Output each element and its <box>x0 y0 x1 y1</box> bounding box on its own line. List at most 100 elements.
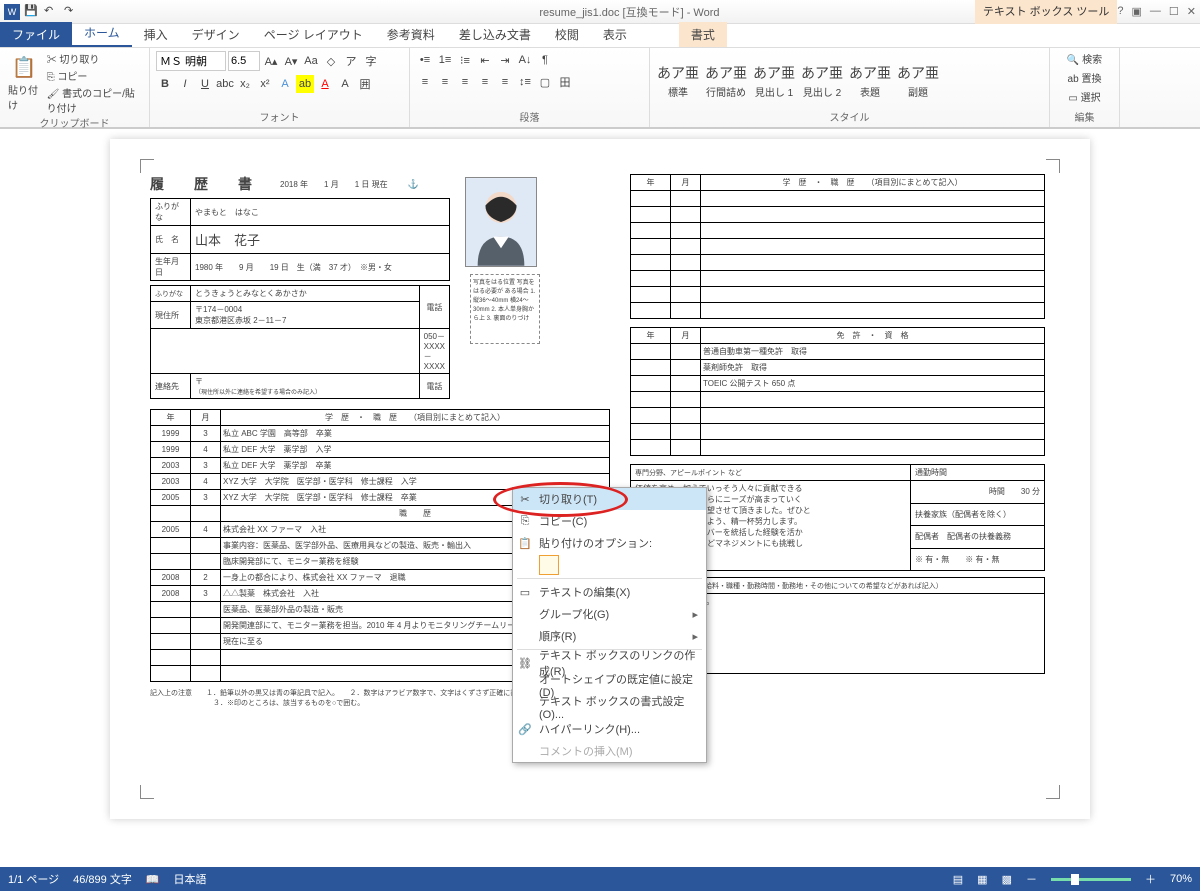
contextual-tab-label: テキスト ボックス ツール <box>975 0 1117 24</box>
tab-page-layout[interactable]: ページ レイアウト <box>252 22 375 47</box>
style-heading2[interactable]: あア亜見出し 2 <box>800 62 844 99</box>
align-right-icon[interactable]: ≡ <box>456 73 474 91</box>
close-icon[interactable]: ✕ <box>1187 5 1196 18</box>
align-left-icon[interactable]: ≡ <box>416 73 434 91</box>
ctx-edit-text[interactable]: ▭テキストの編集(X) <box>513 581 706 603</box>
clear-format-icon[interactable]: ◇ <box>322 52 340 70</box>
show-marks-icon[interactable]: ¶ <box>536 51 554 69</box>
zoom-slider[interactable] <box>1051 878 1131 881</box>
change-case-icon[interactable]: Aa <box>302 52 320 70</box>
strike-icon[interactable]: abc <box>216 75 234 93</box>
find-button[interactable]: 🔍 検索 <box>1067 51 1102 66</box>
select-button[interactable]: ▭ 選択 <box>1068 89 1100 104</box>
underline-icon[interactable]: U <box>196 75 214 93</box>
word-icon: W <box>4 4 20 20</box>
align-center-icon[interactable]: ≡ <box>436 73 454 91</box>
grow-font-icon[interactable]: A▴ <box>262 52 280 70</box>
numbering-icon[interactable]: 1≡ <box>436 51 454 69</box>
zoom-in-icon[interactable]: ＋ <box>1145 871 1156 887</box>
enclose-icon[interactable]: 字 <box>362 52 380 70</box>
sort-icon[interactable]: A↓ <box>516 51 534 69</box>
ribbon-display-icon[interactable]: ▣ <box>1132 5 1142 18</box>
undo-icon[interactable]: ↶ <box>44 4 60 20</box>
status-language[interactable]: 日本語 <box>174 871 207 887</box>
minimize-icon[interactable]: ― <box>1150 5 1161 18</box>
tab-mailings[interactable]: 差し込み文書 <box>447 22 543 47</box>
line-spacing-icon[interactable]: ↕≡ <box>516 73 534 91</box>
tab-format[interactable]: 書式 <box>679 22 727 47</box>
anchor-icon: ⚓ <box>408 179 419 190</box>
maximize-icon[interactable]: ☐ <box>1169 5 1179 18</box>
shading-icon[interactable]: ▢ <box>536 73 554 91</box>
subscript-icon[interactable]: x₂ <box>236 75 254 93</box>
group-editing: 🔍 検索 ab 置換 ▭ 選択 編集 <box>1050 48 1120 127</box>
style-heading1[interactable]: あア亜見出し 1 <box>752 62 796 99</box>
paste-button[interactable]: 📋貼り付け <box>6 53 43 114</box>
style-no-spacing[interactable]: あア亜行間詰め <box>704 62 748 99</box>
tab-view[interactable]: 表示 <box>591 22 639 47</box>
ctx-cut[interactable]: ✂切り取り(T) <box>513 488 706 510</box>
borders-icon[interactable]: 田 <box>556 73 574 91</box>
bold-icon[interactable]: B <box>156 75 174 93</box>
distribute-icon[interactable]: ≡ <box>496 73 514 91</box>
status-page[interactable]: 1/1 ページ <box>8 871 59 887</box>
style-title[interactable]: あア亜表題 <box>848 62 892 99</box>
document-canvas[interactable]: 履 歴 書 2018 年 1 月 1 日 現在 ⚓ 写真をはる位置 写真をはる必… <box>0 128 1200 843</box>
tab-home[interactable]: ホーム <box>72 20 132 47</box>
help-icon[interactable]: ? <box>1117 5 1123 18</box>
ctx-format-textbox[interactable]: テキスト ボックスの書式設定(O)... <box>513 696 706 718</box>
font-size-input[interactable] <box>228 51 260 71</box>
superscript-icon[interactable]: x² <box>256 75 274 93</box>
zoom-level[interactable]: 70% <box>1170 873 1192 885</box>
tab-insert[interactable]: 挿入 <box>132 22 180 47</box>
style-normal[interactable]: あア亜標準 <box>656 62 700 99</box>
link-icon: ⛓ <box>517 657 533 670</box>
char-border-icon[interactable]: 囲 <box>356 75 374 93</box>
ctx-group[interactable]: グループ化(G)▸ <box>513 603 706 625</box>
ctx-copy[interactable]: ⎘コピー(C) <box>513 510 706 532</box>
highlight-icon[interactable]: ab <box>296 75 314 93</box>
view-web-icon[interactable]: ▩ <box>1002 873 1012 886</box>
status-words[interactable]: 46/899 文字 <box>73 871 132 887</box>
text-effect-icon[interactable]: A <box>276 75 294 93</box>
phonetic-icon[interactable]: ア <box>342 52 360 70</box>
replace-button[interactable]: ab 置換 <box>1068 70 1102 85</box>
tab-references[interactable]: 参考資料 <box>375 22 447 47</box>
shrink-font-icon[interactable]: A▾ <box>282 52 300 70</box>
view-read-icon[interactable]: ▤ <box>953 873 963 886</box>
format-painter-button[interactable]: 🖌 書式のコピー/貼り付け <box>47 85 143 115</box>
paste-icon: 📋 <box>517 537 533 550</box>
justify-icon[interactable]: ≡ <box>476 73 494 91</box>
tab-review[interactable]: 校閲 <box>543 22 591 47</box>
redo-icon[interactable]: ↷ <box>64 4 80 20</box>
outdent-icon[interactable]: ⇤ <box>476 51 494 69</box>
selected-textbox[interactable]: 写真をはる位置 写真をはる必要が ある場合 1. 縦36～40mm 横24～30… <box>470 274 540 344</box>
ctx-paste-option-keep[interactable] <box>513 554 706 576</box>
tab-file[interactable]: ファイル <box>0 22 72 47</box>
view-print-icon[interactable]: ▦ <box>977 873 987 886</box>
font-name-input[interactable] <box>156 51 226 71</box>
resume-date: 2018 年 1 月 1 日 現在 <box>280 179 388 190</box>
font-color-icon[interactable]: A <box>316 75 334 93</box>
multilevel-icon[interactable]: ⁝≡ <box>456 51 474 69</box>
tab-design[interactable]: デザイン <box>180 22 252 47</box>
italic-icon[interactable]: I <box>176 75 194 93</box>
ctx-hyperlink[interactable]: 🔗ハイパーリンク(H)... <box>513 718 706 740</box>
ctx-order[interactable]: 順序(R)▸ <box>513 625 706 647</box>
ctx-paste-options-label: 📋貼り付けのオプション: <box>513 532 706 554</box>
zoom-out-icon[interactable]: － <box>1026 871 1037 887</box>
copy-button[interactable]: ⎘ コピー <box>47 68 143 83</box>
status-proof-icon[interactable]: 📖 <box>146 873 160 886</box>
cut-button[interactable]: ✂ 切り取り <box>47 51 143 66</box>
resume-photo[interactable] <box>465 177 537 267</box>
char-shading-icon[interactable]: A <box>336 75 354 93</box>
indent-icon[interactable]: ⇥ <box>496 51 514 69</box>
save-icon[interactable]: 💾 <box>24 4 40 20</box>
style-subtitle[interactable]: あア亜副題 <box>896 62 940 99</box>
name-label: 氏 名 <box>151 226 191 254</box>
quick-access-toolbar: W 💾 ↶ ↷ resume_jis1.doc [互換モード] - Word テ… <box>0 0 1200 24</box>
bullets-icon[interactable]: •≡ <box>416 51 434 69</box>
table-row: 19994私立 DEF 大学 薬学部 入学 <box>151 442 610 458</box>
group-paragraph: •≡ 1≡ ⁝≡ ⇤ ⇥ A↓ ¶ ≡ ≡ ≡ ≡ ≡ ↕≡ ▢ 田 段落 <box>410 48 650 127</box>
address-label: 現住所 <box>151 302 191 329</box>
